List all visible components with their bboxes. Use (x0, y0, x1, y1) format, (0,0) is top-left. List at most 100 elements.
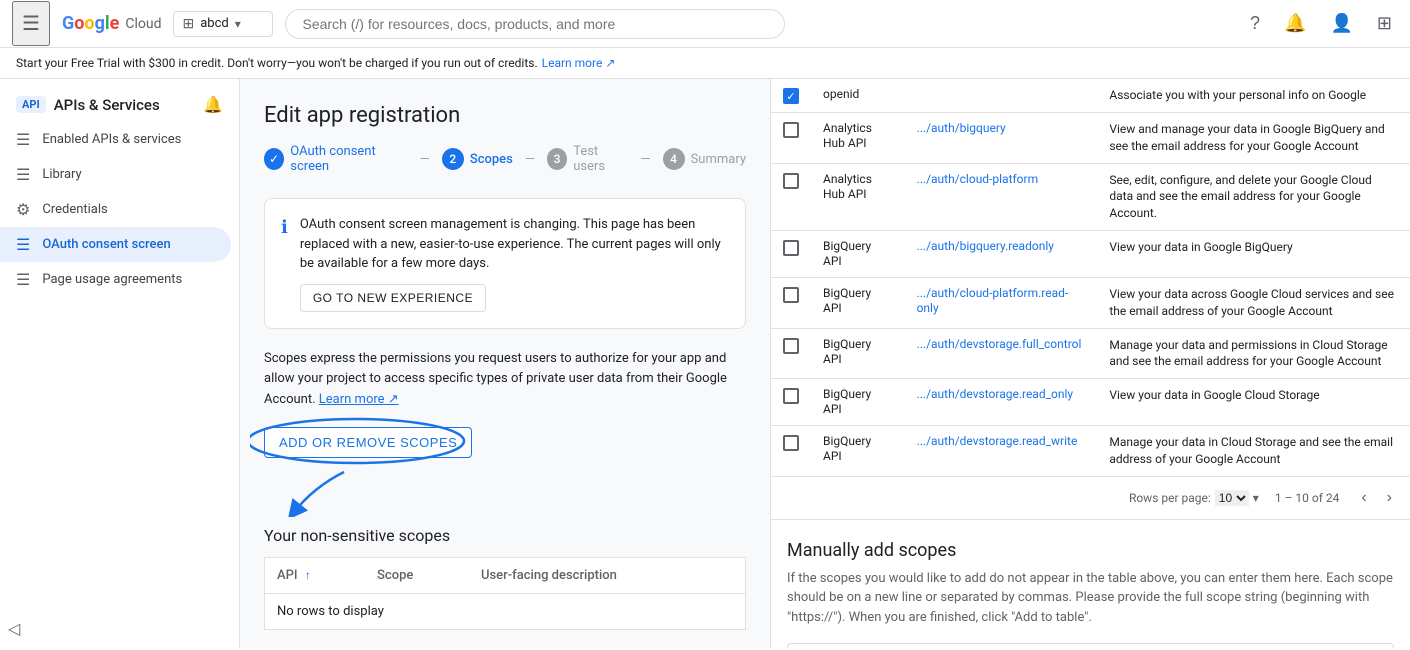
scope-checkbox-cell (771, 230, 811, 277)
scopes-description: Scopes express the permissions you reque… (264, 349, 746, 411)
scope-api-cell: BigQuery API (811, 379, 905, 426)
scope-path-cell: .../auth/devstorage.full_control (905, 328, 1098, 379)
manually-add-description: If the scopes you would like to add do n… (787, 569, 1394, 628)
scope-checkbox[interactable]: ✓ (783, 88, 799, 104)
rows-per-page-select[interactable]: 10 25 50 (1215, 490, 1249, 506)
learn-more-link[interactable]: Learn more ↗ (319, 392, 399, 407)
scope-path-value: .../auth/bigquery (917, 121, 1006, 135)
account-button[interactable]: 👤 (1324, 7, 1358, 40)
google-cloud-logo[interactable]: Google Cloud (62, 13, 162, 34)
project-name: abcd (200, 16, 229, 31)
scope-path-cell: .../auth/bigquery (905, 113, 1098, 164)
scope-checkbox[interactable] (783, 173, 799, 189)
sidebar-item-enabled-apis[interactable]: ☰ Enabled APIs & services (0, 122, 231, 157)
sidebar-item-label: Enabled APIs & services (42, 132, 181, 147)
learn-more-link[interactable]: Learn more ↗ (542, 56, 616, 70)
info-box: ℹ OAuth consent screen management is cha… (264, 198, 746, 329)
go-to-new-experience-button[interactable]: GO TO NEW EXPERIENCE (300, 284, 486, 312)
scope-checkbox-cell (771, 277, 811, 328)
scope-checkbox-cell (771, 328, 811, 379)
scope-path-cell: .../auth/devstorage.read_write (905, 426, 1098, 476)
step-circle-summary: 4 (663, 148, 685, 170)
sort-icon[interactable]: ↑ (305, 568, 311, 582)
scope-desc-cell: View and manage your data in Google BigQ… (1097, 113, 1410, 164)
help-button[interactable]: ? (1244, 7, 1266, 40)
scope-api-cell: BigQuery API (811, 230, 905, 277)
scope-checkbox[interactable] (783, 122, 799, 138)
scopes-table-row: BigQuery API .../auth/bigquery.readonly … (771, 230, 1410, 277)
credentials-icon: ⚙ (16, 200, 30, 219)
step-scopes: 2 Scopes (442, 148, 513, 170)
search-input[interactable] (285, 9, 785, 39)
scopes-table-row: Analytics Hub API .../auth/bigquery View… (771, 113, 1410, 164)
scope-path-value: .../auth/cloud-platform (917, 172, 1039, 186)
sidebar-item-credentials[interactable]: ⚙ Credentials (0, 192, 231, 227)
notifications-button[interactable]: 🔔 (1278, 7, 1312, 40)
scopes-table-row: BigQuery API .../auth/devstorage.full_co… (771, 328, 1410, 379)
step-circle-test: 3 (547, 148, 567, 170)
scope-path-cell (905, 79, 1098, 113)
add-scopes-wrapper: ADD OR REMOVE SCOPES (264, 427, 472, 458)
scope-description: View and manage your data in Google BigQ… (1109, 122, 1384, 153)
scope-api-name: Analytics Hub API (823, 121, 872, 150)
info-icon: ℹ (281, 217, 288, 312)
scopes-table-row: BigQuery API .../auth/cloud-platform.rea… (771, 277, 1410, 328)
prev-page-button[interactable]: ‹ (1355, 487, 1372, 509)
add-or-remove-scopes-button[interactable]: ADD OR REMOVE SCOPES (264, 427, 472, 458)
sidebar-item-page-usage[interactable]: ☰ Page usage agreements (0, 262, 231, 297)
sidebar-collapse-button[interactable]: ◁ (8, 619, 20, 638)
step-summary: 4 Summary (663, 148, 746, 170)
next-page-button[interactable]: › (1381, 487, 1398, 509)
stepper: ✓ OAuth consent screen — 2 Scopes — 3 Te… (264, 144, 746, 174)
sidebar-item-label: Library (42, 167, 81, 182)
scope-checkbox[interactable] (783, 388, 799, 404)
scope-description: Manage your data and permissions in Clou… (1109, 338, 1387, 369)
right-panel: ✓ openid Associate you with your persona… (770, 79, 1410, 648)
scope-checkbox[interactable] (783, 287, 799, 303)
topbar-right: ? 🔔 👤 ⊞ (1244, 7, 1398, 40)
scope-checkbox-cell (771, 426, 811, 476)
step-label-test: Test users (573, 144, 628, 174)
scope-checkbox[interactable] (783, 240, 799, 256)
scope-api-name: BigQuery API (823, 434, 871, 463)
scope-checkbox[interactable] (783, 338, 799, 354)
scopes-table-row: BigQuery API .../auth/devstorage.read_on… (771, 379, 1410, 426)
scopes-table-row: Analytics Hub API .../auth/cloud-platfor… (771, 163, 1410, 230)
banner-text: Start your Free Trial with $300 in credi… (16, 56, 538, 70)
scopes-table-row: BigQuery API .../auth/devstorage.read_wr… (771, 426, 1410, 476)
scope-description: View your data across Google Cloud servi… (1109, 287, 1394, 318)
scope-desc-cell: View your data in Google BigQuery (1097, 230, 1410, 277)
non-sensitive-section: Your non-sensitive scopes API ↑ Scope Us… (264, 526, 746, 630)
scope-api-cell: Analytics Hub API (811, 163, 905, 230)
step-test-users: 3 Test users (547, 144, 628, 174)
page-title: Edit app registration (264, 103, 746, 128)
col-api: API ↑ (265, 557, 366, 593)
enabled-apis-icon: ☰ (16, 130, 30, 149)
manually-add-input[interactable] (787, 643, 1394, 648)
sidebar-item-label: Credentials (42, 202, 107, 217)
pagination-range: 1 – 10 of 24 (1275, 491, 1340, 505)
scope-checkbox[interactable] (783, 435, 799, 451)
step-label-oauth: OAuth consent screen (290, 144, 407, 174)
scope-desc-cell: See, edit, configure, and delete your Go… (1097, 163, 1410, 230)
menu-button[interactable]: ☰ (12, 1, 50, 46)
api-badge: API (16, 96, 46, 113)
scope-path-cell: .../auth/bigquery.readonly (905, 230, 1098, 277)
notification-icon: 🔔 (203, 95, 223, 114)
scope-description: Associate you with your personal info on… (1109, 88, 1366, 102)
sidebar-header: API APIs & Services 🔔 (0, 79, 239, 122)
project-selector[interactable]: ⊞ abcd ▾ (173, 11, 273, 37)
info-text: OAuth consent screen management is chang… (300, 215, 729, 274)
apps-button[interactable]: ⊞ (1371, 7, 1398, 40)
sidebar-item-library[interactable]: ☰ Library (0, 157, 231, 192)
scope-api-name: Analytics Hub API (823, 172, 872, 201)
step-divider-3: — (640, 152, 650, 167)
scope-checkbox-cell (771, 113, 811, 164)
scope-api-cell: Analytics Hub API (811, 113, 905, 164)
sidebar-item-oauth[interactable]: ☰ OAuth consent screen (0, 227, 231, 262)
main-content: Edit app registration ✓ OAuth consent sc… (240, 79, 770, 648)
add-scopes-annotation-arrow (284, 467, 364, 517)
step-circle-scopes: 2 (442, 148, 464, 170)
scopes-picker-table: ✓ openid Associate you with your persona… (771, 79, 1410, 476)
scope-path-cell: .../auth/cloud-platform (905, 163, 1098, 230)
